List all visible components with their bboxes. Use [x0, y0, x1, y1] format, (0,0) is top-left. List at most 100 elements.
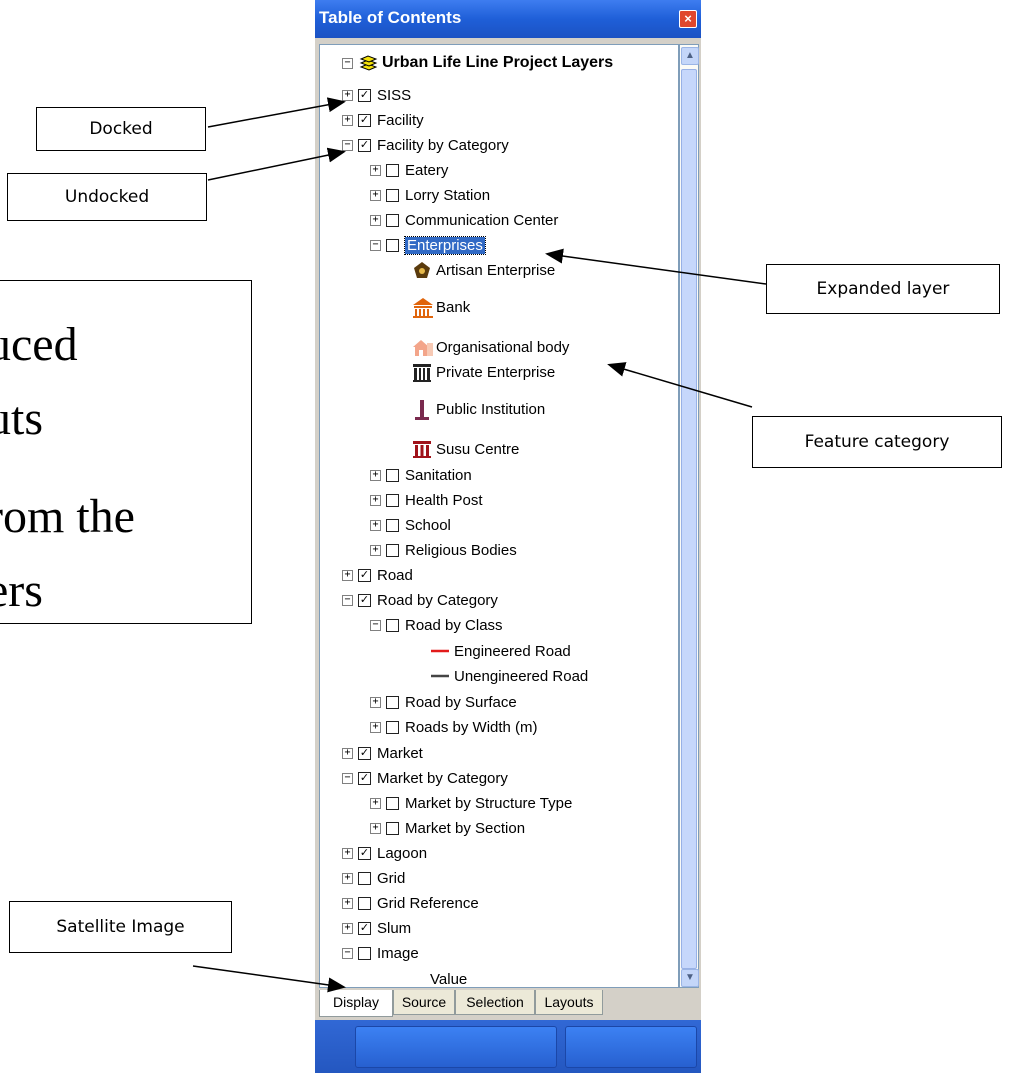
expand-icon[interactable]: + [342, 569, 353, 581]
expand-icon[interactable]: + [342, 114, 353, 126]
layer-checkbox[interactable]: ✓ [358, 771, 371, 785]
layer-checkbox[interactable] [386, 163, 399, 177]
layer-bank[interactable]: Bank [412, 295, 470, 319]
expand-icon[interactable]: + [370, 519, 381, 531]
layer-grid-reference[interactable]: + Grid Reference [342, 891, 479, 915]
tab-selection[interactable]: Selection [455, 990, 535, 1015]
layer-checkbox[interactable] [386, 796, 399, 810]
panel-titlebar[interactable]: Table of Contents × [315, 0, 701, 38]
expand-icon[interactable]: + [342, 747, 353, 759]
expand-icon[interactable]: + [342, 847, 353, 859]
layer-checkbox[interactable] [358, 896, 371, 910]
callout-undocked: Undocked [7, 173, 207, 221]
layer-lagoon[interactable]: + ✓ Lagoon [342, 841, 427, 865]
expand-icon[interactable]: + [342, 872, 353, 884]
layer-checkbox[interactable] [386, 821, 399, 835]
layer-school[interactable]: + School [370, 513, 451, 537]
expand-icon[interactable]: + [370, 797, 381, 809]
layer-facility-by-category[interactable]: − ✓ Facility by Category [342, 133, 509, 157]
expand-icon[interactable]: + [342, 89, 353, 101]
collapse-icon[interactable]: − [370, 239, 381, 251]
layer-image[interactable]: − Image [342, 941, 419, 965]
layer-checkbox[interactable]: ✓ [358, 593, 371, 607]
layer-communication-center[interactable]: + Communication Center [370, 208, 558, 232]
taskbar-button[interactable] [355, 1026, 557, 1068]
layer-public-institution[interactable]: Public Institution [412, 397, 545, 421]
layer-lorry-station[interactable]: + Lorry Station [370, 183, 490, 207]
layer-checkbox[interactable] [358, 871, 371, 885]
expand-icon[interactable]: + [370, 494, 381, 506]
collapse-icon[interactable]: − [342, 594, 353, 606]
layer-roads-by-width-m[interactable]: + Roads by Width (m) [370, 715, 538, 739]
layer-checkbox[interactable] [386, 238, 399, 252]
tab-display[interactable]: Display [319, 990, 393, 1017]
layer-checkbox[interactable] [358, 946, 371, 960]
layer-checkbox[interactable] [386, 213, 399, 227]
expand-icon[interactable]: + [342, 897, 353, 909]
expand-icon[interactable]: + [370, 164, 381, 176]
layer-checkbox[interactable]: ✓ [358, 568, 371, 582]
collapse-icon[interactable]: − [342, 947, 353, 959]
layer-artisan-enterprise[interactable]: Artisan Enterprise [412, 258, 555, 282]
layer-checkbox[interactable] [386, 695, 399, 709]
layer-checkbox[interactable] [386, 618, 399, 632]
expand-icon[interactable]: + [370, 721, 381, 733]
layer-eatery[interactable]: + Eatery [370, 158, 448, 182]
expand-icon[interactable]: + [370, 696, 381, 708]
layer-unengineered-road[interactable]: Unengineered Road [430, 664, 588, 688]
scroll-down-icon[interactable]: ▼ [681, 969, 699, 987]
vertical-scrollbar[interactable]: ▲ ▼ [679, 44, 699, 988]
taskbar-button[interactable] [565, 1026, 697, 1068]
layer-grid[interactable]: + Grid [342, 866, 405, 890]
layer-label: Unengineered Road [454, 667, 589, 685]
layer-road-by-category[interactable]: − ✓ Road by Category [342, 588, 498, 612]
expand-icon[interactable]: + [370, 189, 381, 201]
layer-siss[interactable]: + ✓ SISS [342, 83, 411, 107]
layer-road-by-surface[interactable]: + Road by Surface [370, 690, 517, 714]
expand-icon[interactable]: + [370, 822, 381, 834]
layer-checkbox[interactable] [386, 188, 399, 202]
layer-susu-centre[interactable]: Susu Centre [412, 437, 519, 461]
layer-checkbox[interactable]: ✓ [358, 88, 371, 102]
layer-market-by-section[interactable]: + Market by Section [370, 816, 525, 840]
expand-icon[interactable]: + [370, 214, 381, 226]
layer-health-post[interactable]: + Health Post [370, 488, 483, 512]
layer-checkbox[interactable] [386, 493, 399, 507]
expand-icon[interactable]: + [370, 544, 381, 556]
layer-checkbox[interactable]: ✓ [358, 113, 371, 127]
layer-market[interactable]: + ✓ Market [342, 741, 423, 765]
collapse-icon[interactable]: − [342, 139, 353, 151]
layer-checkbox[interactable] [386, 518, 399, 532]
tree-root[interactable]: − Urban Life Line Project Layers [342, 51, 613, 75]
scroll-thumb[interactable] [681, 69, 697, 969]
layer-checkbox[interactable] [386, 468, 399, 482]
collapse-icon[interactable]: − [342, 772, 353, 784]
layer-checkbox[interactable]: ✓ [358, 921, 371, 935]
layer-market-by-structure-type[interactable]: + Market by Structure Type [370, 791, 572, 815]
close-button[interactable]: × [679, 10, 697, 28]
layer-value[interactable]: Value [430, 967, 467, 988]
layer-sanitation[interactable]: + Sanitation [370, 463, 472, 487]
tab-layouts[interactable]: Layouts [535, 990, 603, 1015]
layer-road[interactable]: + ✓ Road [342, 563, 413, 587]
layer-slum[interactable]: + ✓ Slum [342, 916, 411, 940]
layer-market-by-category[interactable]: − ✓ Market by Category [342, 766, 508, 790]
layer-checkbox[interactable]: ✓ [358, 846, 371, 860]
layer-checkbox[interactable] [386, 543, 399, 557]
expand-icon[interactable]: + [342, 922, 353, 934]
layer-road-by-class[interactable]: − Road by Class [370, 613, 503, 637]
collapse-icon[interactable]: − [342, 57, 353, 69]
layer-organisational-body[interactable]: Organisational body [412, 335, 569, 359]
tab-source[interactable]: Source [393, 990, 455, 1015]
layer-checkbox[interactable] [386, 720, 399, 734]
expand-icon[interactable]: + [370, 469, 381, 481]
collapse-icon[interactable]: − [370, 619, 381, 631]
layer-religious-bodies[interactable]: + Religious Bodies [370, 538, 517, 562]
layer-facility[interactable]: + ✓ Facility [342, 108, 424, 132]
layer-checkbox[interactable]: ✓ [358, 746, 371, 760]
layer-enterprises[interactable]: − Enterprises [370, 233, 486, 257]
layer-engineered-road[interactable]: Engineered Road [430, 639, 571, 663]
scroll-up-icon[interactable]: ▲ [681, 47, 699, 65]
layer-private-enterprise[interactable]: Private Enterprise [412, 360, 555, 384]
layer-checkbox[interactable]: ✓ [358, 138, 371, 152]
